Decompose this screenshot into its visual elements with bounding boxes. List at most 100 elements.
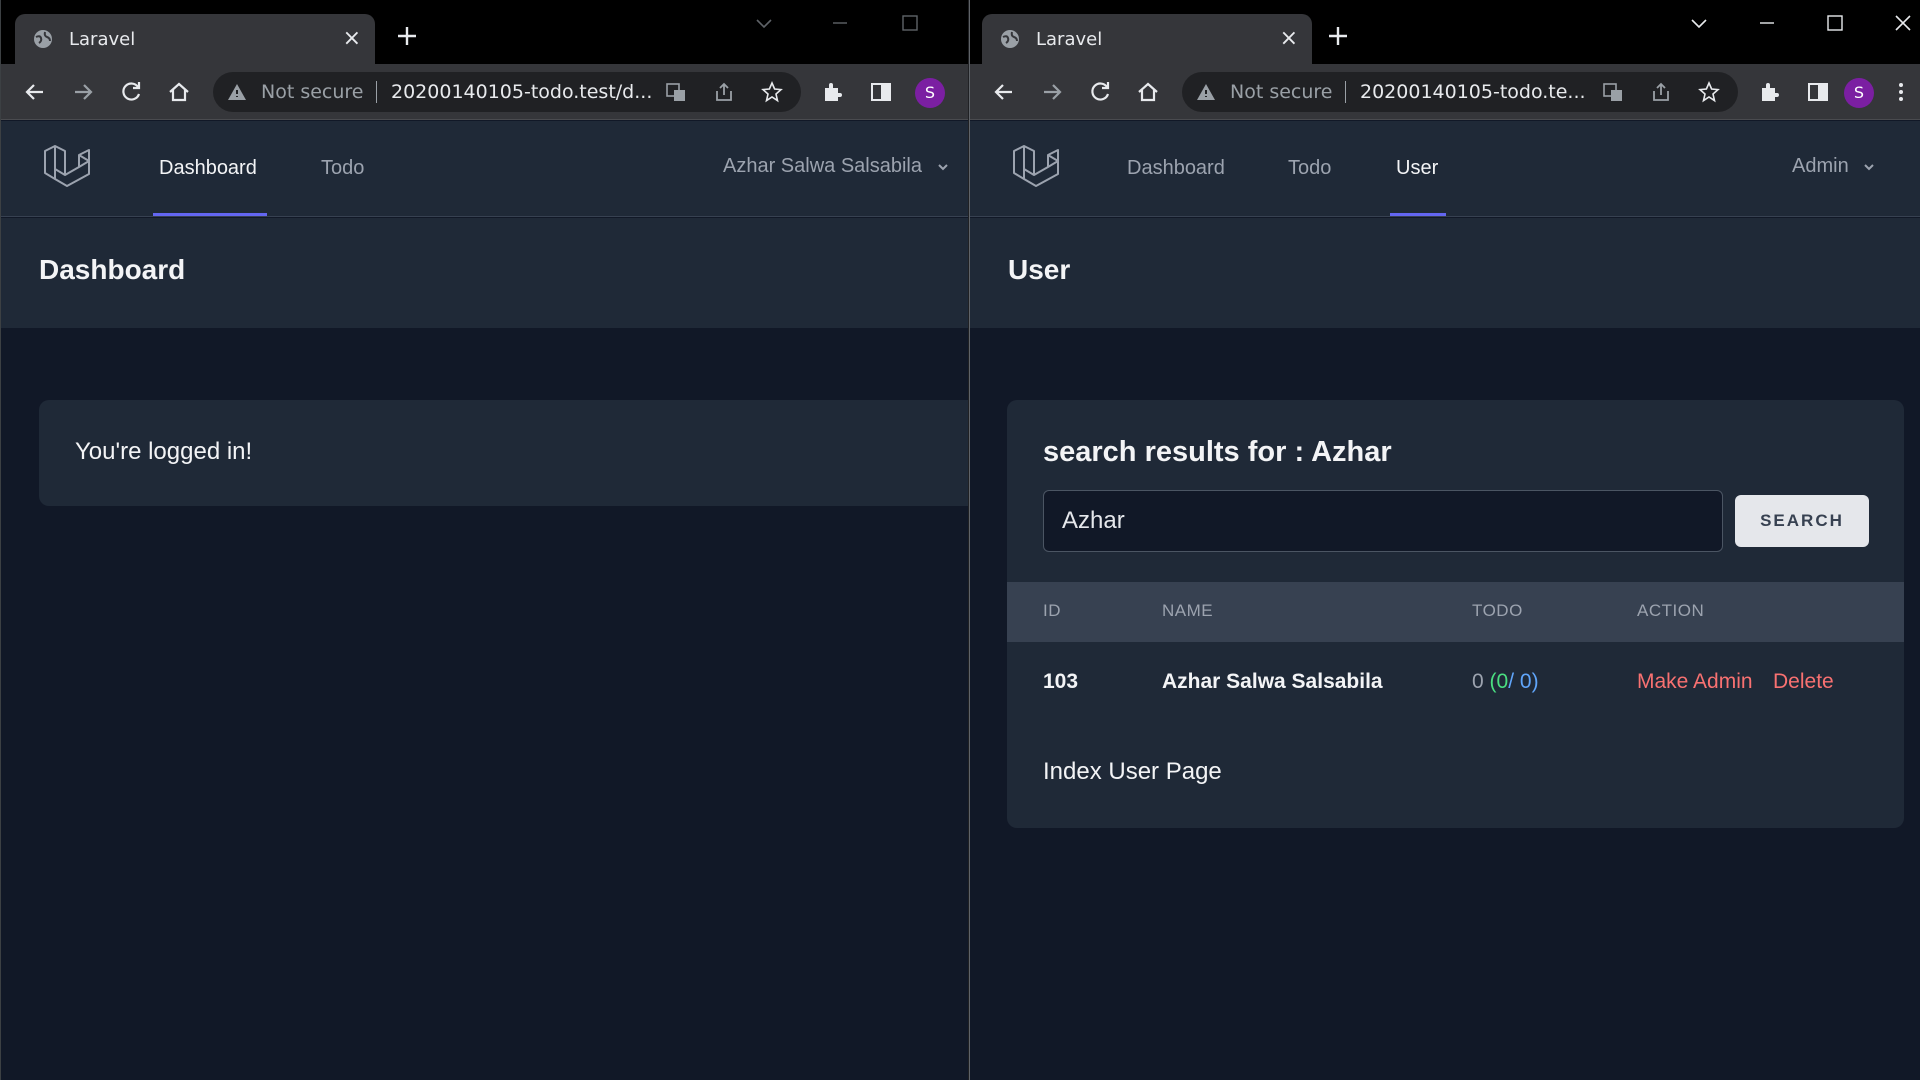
- index-user-page-label: Index User Page: [1043, 758, 1222, 785]
- todo-open: 0: [1519, 670, 1532, 693]
- page-header: User: [970, 218, 1920, 328]
- browser-toolbar: Not secure 20200140105-todo.te... S: [970, 64, 1920, 120]
- more-options-icon[interactable]: [1890, 78, 1912, 106]
- extensions-icon[interactable]: [1756, 78, 1784, 106]
- security-status: Not secure: [1230, 81, 1333, 103]
- table-header: ID NAME TODO ACTION: [1007, 582, 1904, 642]
- back-icon[interactable]: [990, 78, 1018, 106]
- app-navigation: Dashboard Todo User Admin: [970, 121, 1920, 217]
- url-text[interactable]: 20200140105-todo.te...: [1360, 81, 1618, 103]
- page-title: User: [1008, 254, 1071, 285]
- column-header-name: NAME: [1162, 601, 1214, 620]
- globe-icon: [34, 30, 52, 48]
- reload-icon[interactable]: [1086, 78, 1114, 106]
- nav-link-todo[interactable]: Todo: [1288, 157, 1331, 180]
- close-window-icon[interactable]: [1890, 10, 1916, 36]
- warning-icon: [228, 84, 246, 100]
- column-header-todo: TODO: [1472, 601, 1523, 620]
- chevron-down-icon: [937, 164, 948, 171]
- user-name-cell: Azhar Salwa Salsabila: [1162, 670, 1383, 693]
- browser-window-left: Laravel × Not secure 20200140105-todo.te…: [0, 0, 968, 1080]
- translate-icon[interactable]: [665, 81, 687, 103]
- laravel-logo-icon[interactable]: [39, 141, 95, 197]
- tab-search-icon[interactable]: [1686, 10, 1712, 36]
- column-header-id: ID: [1043, 601, 1061, 620]
- todo-slash: /: [1508, 670, 1520, 693]
- close-tab-icon[interactable]: ×: [343, 27, 361, 51]
- tab-search-icon[interactable]: [751, 10, 777, 36]
- app-navigation: Dashboard Todo Azhar Salwa Salsabila: [1, 121, 968, 217]
- address-bar[interactable]: Not secure 20200140105-todo.test/d...: [213, 72, 801, 112]
- globe-icon: [1001, 30, 1019, 48]
- search-input[interactable]: [1043, 490, 1723, 552]
- user-menu[interactable]: Azhar Salwa Salsabila: [723, 155, 950, 178]
- new-tab-icon[interactable]: [1324, 22, 1352, 50]
- todo-done-open-paren: (: [1489, 670, 1497, 693]
- tab-title: Laravel: [69, 29, 136, 50]
- profile-avatar[interactable]: S: [1844, 78, 1874, 108]
- warning-icon: [1197, 84, 1215, 100]
- status-card: You're logged in!: [39, 400, 968, 506]
- active-nav-indicator: [153, 213, 267, 216]
- url-text[interactable]: 20200140105-todo.test/d...: [391, 81, 681, 103]
- translate-icon[interactable]: [1602, 81, 1624, 103]
- nav-link-todo[interactable]: Todo: [321, 157, 364, 180]
- new-tab-icon[interactable]: [393, 22, 421, 50]
- omnibox-divider: [1345, 81, 1346, 103]
- browser-toolbar: Not secure 20200140105-todo.test/d... S: [1, 64, 968, 120]
- browser-window-right: Laravel × Not secure 20200140105-todo.te…: [969, 0, 1920, 1080]
- security-status: Not secure: [261, 81, 364, 103]
- page-title: Dashboard: [39, 254, 186, 285]
- window-controls: [751, 10, 961, 40]
- address-bar[interactable]: Not secure 20200140105-todo.te...: [1182, 72, 1738, 112]
- share-icon[interactable]: [713, 81, 735, 103]
- forward-icon[interactable]: [1038, 78, 1066, 106]
- search-button[interactable]: SEARCH: [1735, 495, 1869, 547]
- search-results-title: search results for : Azhar: [1043, 436, 1392, 468]
- laravel-logo-icon[interactable]: [1008, 141, 1064, 197]
- todo-done: 0: [1496, 670, 1509, 693]
- nav-link-dashboard[interactable]: Dashboard: [159, 157, 257, 180]
- extensions-icon[interactable]: [819, 78, 847, 106]
- todo-counts: 0 (0/ 0): [1472, 670, 1539, 694]
- reload-icon[interactable]: [117, 78, 145, 106]
- make-admin-button[interactable]: Make Admin: [1637, 670, 1753, 694]
- browser-tab[interactable]: Laravel ×: [15, 14, 375, 64]
- user-id: 103: [1043, 670, 1079, 693]
- browser-tab[interactable]: Laravel ×: [982, 14, 1312, 64]
- tab-strip: Laravel ×: [1, 0, 968, 64]
- window-controls: [1686, 10, 1916, 40]
- maximize-icon[interactable]: [1822, 10, 1848, 36]
- share-icon[interactable]: [1650, 81, 1672, 103]
- minimize-icon[interactable]: [827, 10, 853, 36]
- back-icon[interactable]: [21, 78, 49, 106]
- column-header-action: ACTION: [1637, 601, 1705, 620]
- todo-close-paren: ): [1531, 670, 1539, 693]
- home-icon[interactable]: [165, 78, 193, 106]
- nav-link-user[interactable]: User: [1396, 157, 1438, 180]
- side-panel-icon[interactable]: [1804, 78, 1832, 106]
- bookmark-star-icon[interactable]: [1698, 81, 1720, 103]
- todo-total: 0: [1472, 670, 1484, 693]
- close-tab-icon[interactable]: ×: [1280, 27, 1298, 51]
- delete-button[interactable]: Delete: [1773, 670, 1834, 694]
- logged-in-message: You're logged in!: [75, 438, 253, 465]
- user-search-card: search results for : Azhar SEARCH ID NAM…: [1007, 400, 1904, 828]
- profile-avatar[interactable]: S: [915, 78, 945, 108]
- table-row: 103 Azhar Salwa Salsabila 0 (0/ 0) Make …: [1007, 642, 1904, 722]
- active-nav-indicator: [1390, 213, 1446, 216]
- user-name: Azhar Salwa Salsabila: [723, 155, 922, 177]
- tab-title: Laravel: [1036, 29, 1103, 50]
- side-panel-icon[interactable]: [867, 78, 895, 106]
- minimize-icon[interactable]: [1754, 10, 1780, 36]
- home-icon[interactable]: [1134, 78, 1162, 106]
- tab-strip: Laravel ×: [970, 0, 1920, 64]
- user-name: Admin: [1792, 155, 1849, 177]
- chevron-down-icon: [1864, 164, 1874, 171]
- nav-link-dashboard[interactable]: Dashboard: [1127, 157, 1225, 180]
- forward-icon[interactable]: [69, 78, 97, 106]
- bookmark-star-icon[interactable]: [761, 81, 783, 103]
- omnibox-divider: [376, 81, 377, 103]
- maximize-icon[interactable]: [897, 10, 923, 36]
- user-menu[interactable]: Admin: [1792, 155, 1876, 178]
